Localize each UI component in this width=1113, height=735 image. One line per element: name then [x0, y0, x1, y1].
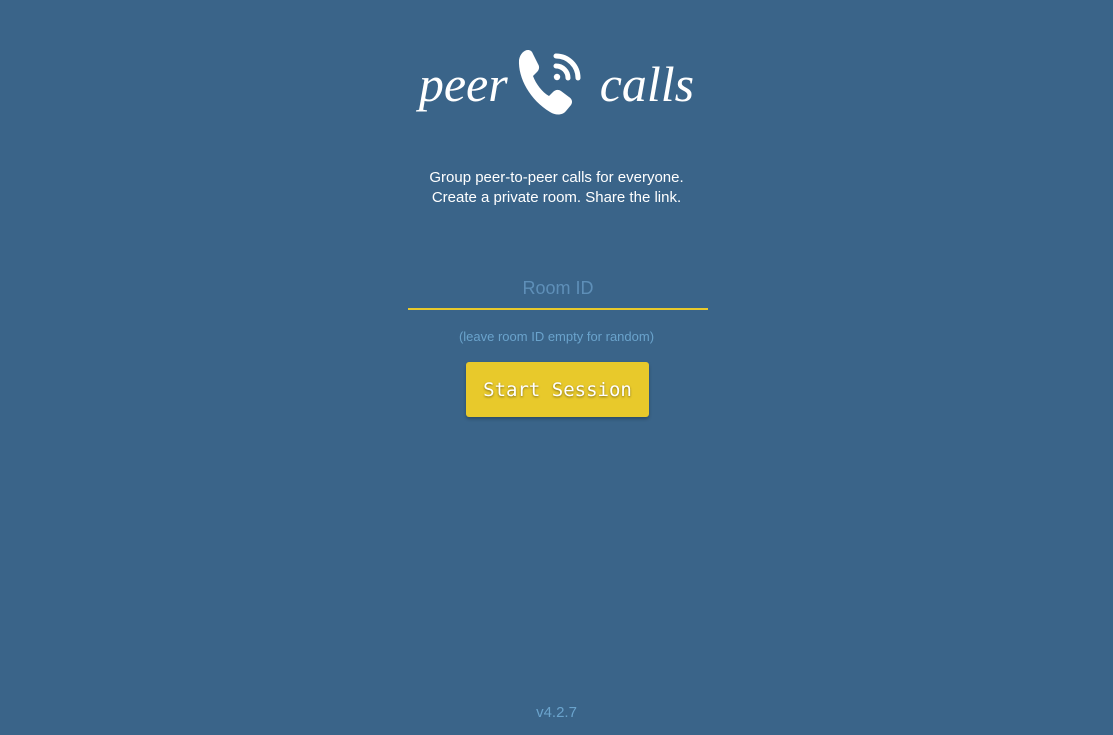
tagline: Group peer-to-peer calls for everyone. C…: [0, 168, 1113, 208]
room-id-input[interactable]: [408, 268, 708, 310]
tagline-line-1: Group peer-to-peer calls for everyone.: [429, 169, 684, 186]
phone-with-signal-icon: [516, 44, 590, 118]
tagline-line-2: Create a private room. Share the link.: [431, 189, 682, 206]
room-id-hint: (leave room ID empty for random): [458, 329, 655, 344]
app-logo: peer calls: [0, 44, 1113, 118]
start-session-button[interactable]: Start Session: [466, 362, 649, 417]
landing-page: peer calls Group peer-to-peer calls for …: [0, 0, 1113, 735]
logo-word-calls: calls: [599, 56, 695, 112]
version-label: v4.2.7: [536, 704, 577, 721]
logo-word-peer: peer: [418, 56, 508, 112]
